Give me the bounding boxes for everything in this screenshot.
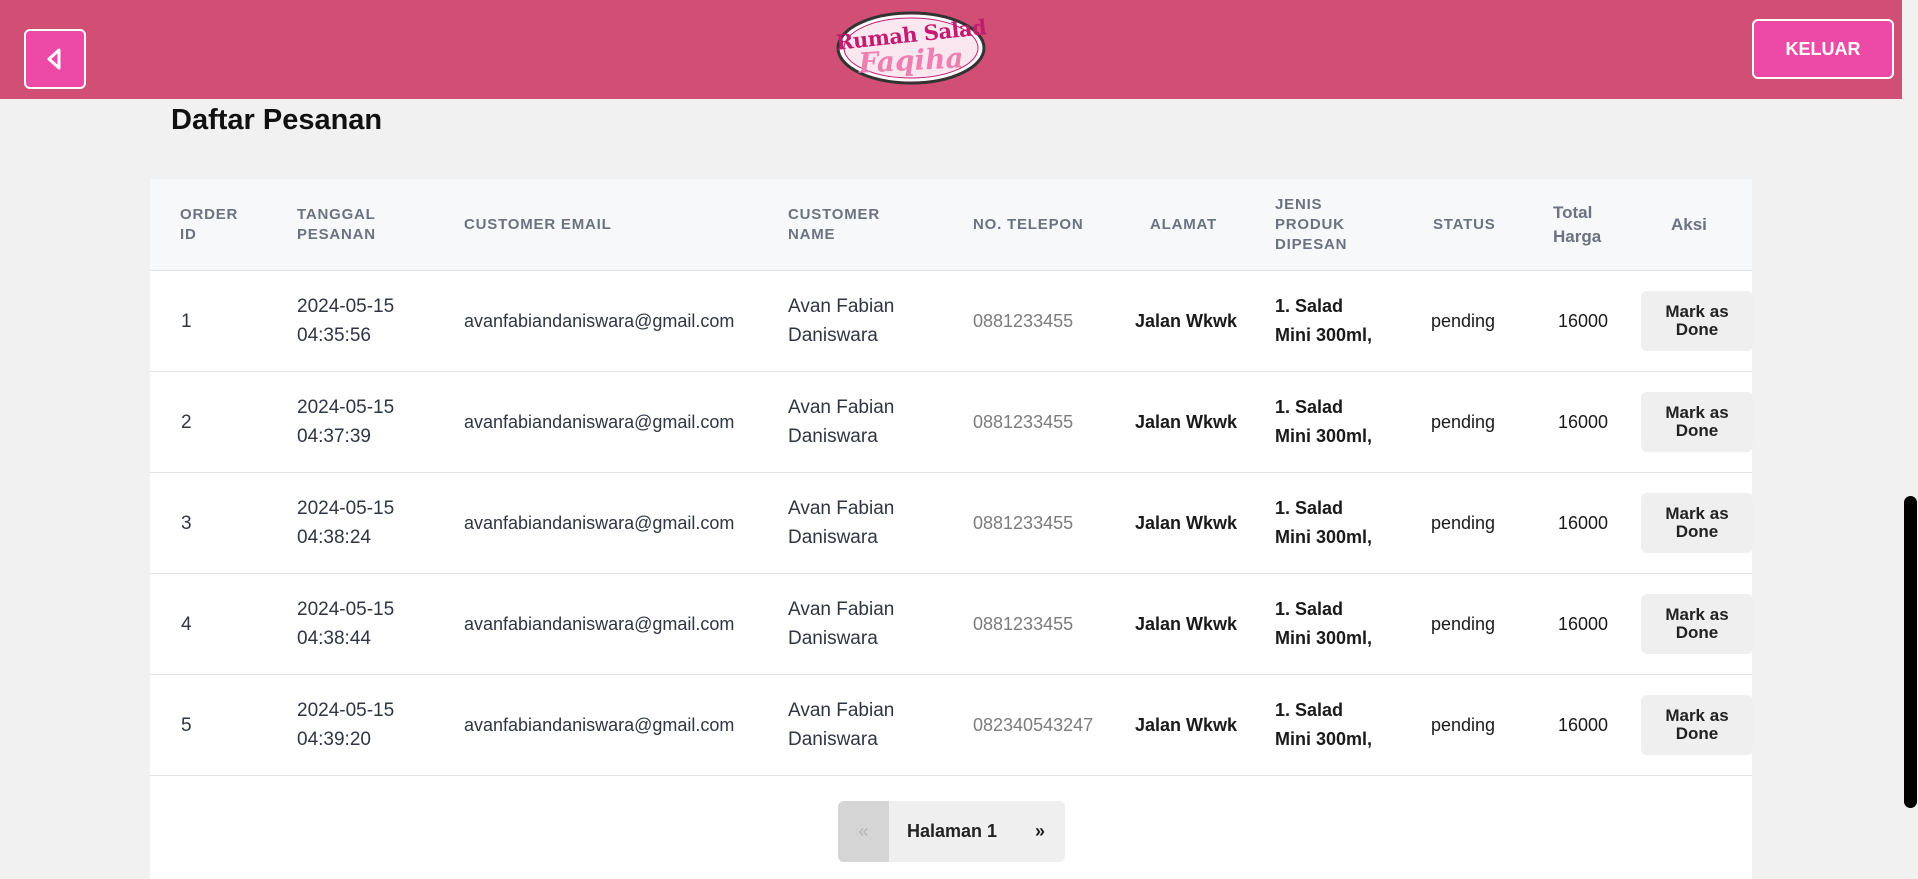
customer-name: Avan Fabian Daniswara: [788, 498, 895, 548]
order-id: 5: [181, 714, 192, 736]
mark-as-done-button[interactable]: Mark as Done: [1641, 291, 1753, 351]
address: Jalan Wkwk: [1135, 411, 1238, 432]
orders-table: ORDER ID TANGGAL PESANAN CUSTOMER EMAIL CU…: [150, 179, 1753, 879]
previous-page-button[interactable]: «: [838, 801, 889, 862]
column-header-action: Aksi: [1671, 215, 1707, 234]
mark-as-done-button[interactable]: Mark as Done: [1641, 594, 1753, 654]
customer-name: Avan Fabian Daniswara: [788, 599, 895, 649]
status-text: pending: [1431, 714, 1496, 735]
order-date: 2024-05-15 04:35:56: [297, 296, 395, 346]
table-row: 2 2024-05-15 04:37:39 avanfabiandaniswara…: [150, 372, 1753, 473]
ordered-product: 1. Salad Mini 300ml,: [1275, 599, 1373, 648]
status-text: pending: [1431, 512, 1496, 533]
order-date: 2024-05-15 04:38:24: [297, 498, 395, 548]
pagination: « Halaman 1 »: [838, 801, 1065, 862]
total-price: 16000: [1558, 411, 1609, 432]
ordered-product: 1. Salad Mini 300ml,: [1275, 700, 1373, 749]
phone-number: 0881233455: [973, 310, 1074, 331]
ordered-product: 1. Salad Mini 300ml,: [1275, 296, 1373, 345]
table-row: 4 2024-05-15 04:38:44 avanfabiandaniswara…: [150, 574, 1753, 675]
address: Jalan Wkwk: [1135, 714, 1238, 735]
customer-email: avanfabiandaniswara@gmail.com: [464, 411, 735, 432]
ordered-product: 1. Salad Mini 300ml,: [1275, 397, 1373, 446]
customer-name: Avan Fabian Daniswara: [788, 700, 895, 750]
customer-name: Avan Fabian Daniswara: [788, 397, 895, 447]
mark-as-done-button[interactable]: Mark as Done: [1641, 695, 1753, 755]
customer-email: avanfabiandaniswara@gmail.com: [464, 512, 735, 533]
customer-email: avanfabiandaniswara@gmail.com: [464, 613, 735, 634]
status-text: pending: [1431, 613, 1496, 634]
next-page-button[interactable]: »: [1015, 801, 1065, 862]
mark-as-done-button[interactable]: Mark as Done: [1641, 392, 1753, 452]
scrollbar-thumb[interactable]: [1904, 496, 1917, 808]
order-id: 4: [181, 613, 192, 635]
table-header: ORDER ID TANGGAL PESANAN CUSTOMER EMAIL CU…: [150, 179, 1752, 271]
total-price: 16000: [1558, 714, 1609, 735]
top-bar: Rumah Salad Faqiha KELUAR: [0, 0, 1902, 99]
customer-email: avanfabiandaniswara@gmail.com: [464, 714, 735, 735]
logout-button[interactable]: KELUAR: [1752, 19, 1894, 79]
table-row: 1 2024-05-15 04:35:56 avanfabiandaniswara…: [150, 271, 1753, 372]
column-header-order-id: ORDER ID: [180, 206, 239, 243]
column-header-order-date: TANGGAL PESANAN: [297, 206, 376, 243]
phone-number: 0881233455: [973, 512, 1074, 533]
column-header-status: STATUS: [1433, 216, 1496, 233]
total-price: 16000: [1558, 512, 1609, 533]
brand-logo: Rumah Salad Faqiha: [835, 8, 987, 86]
phone-number: 0881233455: [973, 411, 1074, 432]
order-date: 2024-05-15 04:37:39: [297, 397, 395, 447]
column-header-product: JENIS PRODUK DIPESAN: [1275, 196, 1348, 253]
back-button[interactable]: [24, 29, 86, 89]
column-header-phone: NO. TELEPON: [973, 216, 1084, 233]
order-id: 2: [181, 411, 192, 433]
address: Jalan Wkwk: [1135, 613, 1238, 634]
customer-name: Avan Fabian Daniswara: [788, 296, 895, 346]
column-header-customer-name: CUSTOMER NAME: [788, 206, 880, 243]
column-header-customer-email: CUSTOMER EMAIL: [464, 216, 612, 233]
order-id: 3: [181, 512, 192, 534]
page-title: Daftar Pesanan: [171, 104, 383, 136]
customer-email: avanfabiandaniswara@gmail.com: [464, 310, 735, 331]
mark-as-done-button[interactable]: Mark as Done: [1641, 493, 1753, 553]
address: Jalan Wkwk: [1135, 512, 1238, 533]
order-date: 2024-05-15 04:38:44: [297, 599, 395, 649]
order-id: 1: [181, 310, 192, 332]
phone-number: 0881233455: [973, 613, 1074, 634]
column-header-address: ALAMAT: [1150, 216, 1218, 233]
back-arrow-icon: [47, 48, 61, 70]
total-price: 16000: [1558, 310, 1609, 331]
order-date: 2024-05-15 04:39:20: [297, 700, 395, 750]
status-text: pending: [1431, 310, 1496, 331]
current-page-label: Halaman 1: [906, 821, 998, 841]
address: Jalan Wkwk: [1135, 310, 1238, 331]
status-text: pending: [1431, 411, 1496, 432]
column-header-total: Total Harga: [1553, 203, 1602, 246]
total-price: 16000: [1558, 613, 1609, 634]
table-row: 5 2024-05-15 04:39:20 avanfabiandaniswara…: [150, 675, 1753, 776]
phone-number: 082340543247: [973, 714, 1094, 735]
table-row: 3 2024-05-15 04:38:24 avanfabiandaniswara…: [150, 473, 1753, 574]
ordered-product: 1. Salad Mini 300ml,: [1275, 498, 1373, 547]
